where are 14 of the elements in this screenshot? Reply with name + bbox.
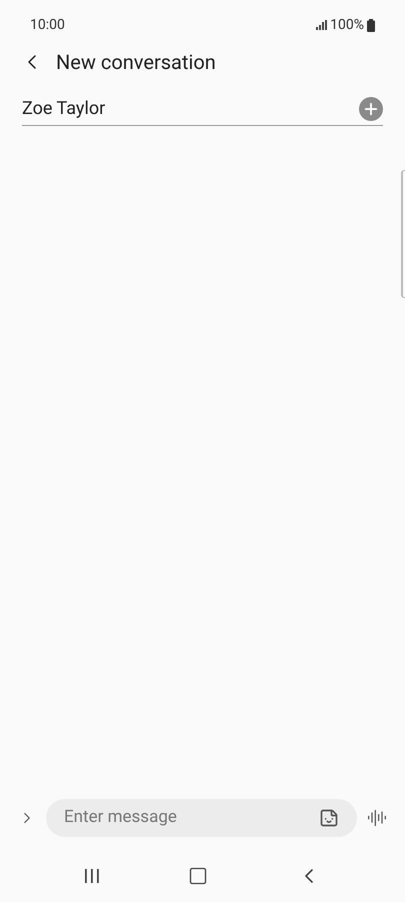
home-icon[interactable] (188, 866, 208, 886)
recent-apps-icon[interactable] (84, 868, 100, 884)
status-time: 10:00 (30, 16, 65, 34)
battery-icon (367, 18, 375, 32)
message-field[interactable]: Enter message (46, 799, 357, 837)
edge-panel-handle[interactable] (401, 170, 405, 298)
add-recipient-button[interactable] (359, 96, 383, 120)
recipient-field[interactable]: Zoe Taylor (22, 95, 322, 122)
message-input[interactable]: Enter message (64, 805, 284, 831)
sticker-icon[interactable] (319, 808, 339, 828)
signal-icon (316, 20, 328, 30)
battery-percentage: 100% (330, 16, 364, 34)
screen-title: New conversation (56, 49, 216, 76)
voice-icon[interactable] (367, 808, 387, 828)
